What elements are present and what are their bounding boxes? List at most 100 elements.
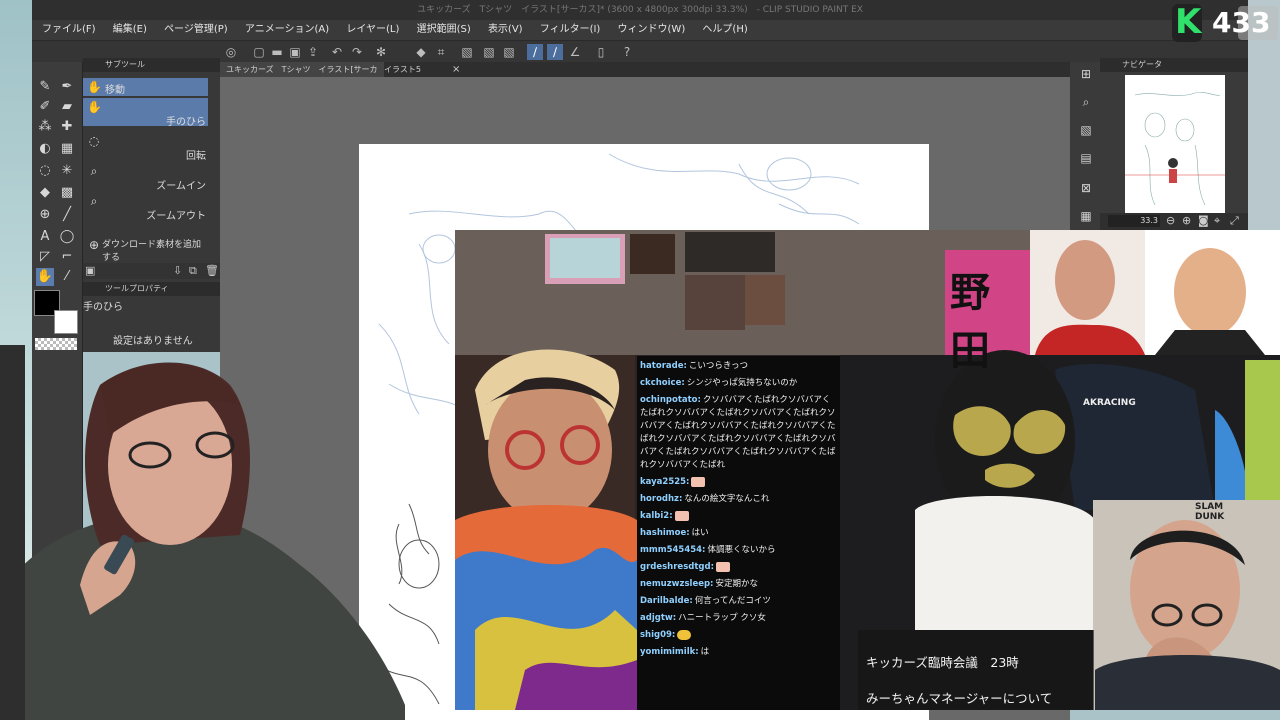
chat-user: ochinpotato: <box>640 395 701 405</box>
close-tab-icon[interactable]: × <box>446 62 468 77</box>
zoom-out-icon: ⌕ <box>90 194 98 208</box>
open-folder-icon[interactable]: ▬ <box>269 44 285 60</box>
save-icon[interactable]: ▣ <box>287 44 303 60</box>
menu-layer[interactable]: レイヤー(L) <box>346 20 399 40</box>
menu-window[interactable]: ウィンドウ(W) <box>618 20 686 40</box>
plus-circle-icon: ⊕ <box>88 238 100 252</box>
actual-size-icon[interactable]: ⌖ <box>1214 214 1220 228</box>
zoom-field[interactable]: 33.3 <box>1108 215 1160 227</box>
logo-number: 433 <box>1212 6 1271 39</box>
frame-icon[interactable]: ▦ <box>58 140 76 158</box>
undo-icon[interactable]: ↶ <box>329 44 345 60</box>
transform-icon[interactable]: ⌗ <box>433 44 449 60</box>
document-tabs: ユキッカーズ Tシャツ イラスト[サーカス]* イラスト5 × <box>220 62 1070 89</box>
export-icon[interactable]: ⇪ <box>305 44 321 60</box>
ruler-icon[interactable]: ◸ <box>36 248 54 266</box>
cap-text: SLAM DUNK <box>1195 502 1225 522</box>
menu-filter[interactable]: フィルター(I) <box>540 20 601 40</box>
menu-page[interactable]: ページ管理(P) <box>164 20 228 40</box>
disabled-icon-1[interactable]: ▧ <box>459 44 475 60</box>
chat-message: adjgtw: ハニートラップ クソ女 <box>640 612 836 625</box>
magic-wand-icon[interactable]: ✳ <box>58 162 76 180</box>
subtool-move-label: 移動 <box>105 85 125 96</box>
banner-text: 野田 <box>950 270 992 374</box>
navigator-thumbnail[interactable] <box>1125 75 1225 213</box>
subtool-hand[interactable]: ✋ 手のひら <box>83 98 208 128</box>
menu-file[interactable]: ファイル(F) <box>42 20 96 40</box>
subtool-move[interactable]: ✋ 移動 <box>83 78 208 96</box>
sub-color-swatch[interactable] <box>54 310 78 334</box>
chat-text: はい <box>691 528 709 538</box>
menu-edit[interactable]: 編集(E) <box>113 20 147 40</box>
eraser-icon[interactable]: ▰ <box>58 98 76 116</box>
zoom-in-icon[interactable]: ⊕ <box>1182 214 1191 227</box>
close-panel-icon[interactable]: ⊠ <box>1078 180 1094 196</box>
line-icon[interactable]: ╱ <box>58 206 76 224</box>
app-logo-icon[interactable]: ◎ <box>223 44 239 60</box>
chat-message: shig09: <box>640 629 836 642</box>
loading-icon[interactable]: ✻ <box>373 44 389 60</box>
disabled-icon-2[interactable]: ▧ <box>481 44 497 60</box>
chat-text: 何言ってんだコイツ <box>694 596 771 606</box>
search-icon[interactable]: ⌕ <box>1078 94 1094 110</box>
pen-nib-icon[interactable]: ✒ <box>58 78 76 96</box>
correct-line-icon[interactable]: ⌐ <box>58 248 76 266</box>
device-icon[interactable]: ▯ <box>593 44 609 60</box>
subtool-zoom-in[interactable]: ⌕ ズームイン <box>83 162 208 192</box>
subtool-rotate-label: 回転 <box>186 151 206 162</box>
expand-icon[interactable]: ⤢ <box>1230 214 1239 228</box>
blend-icon[interactable]: ◐ <box>36 140 54 158</box>
chat-message: kaya2525: <box>640 476 836 489</box>
brush-icon[interactable]: ✐ <box>36 98 54 116</box>
menu-view[interactable]: 表示(V) <box>488 20 523 40</box>
decoration-icon[interactable]: ⁂ <box>36 118 54 136</box>
menu-animation[interactable]: アニメーション(A) <box>245 20 329 40</box>
menu-help[interactable]: ヘルプ(H) <box>702 20 747 40</box>
chair-brand: AKRACING <box>1083 398 1136 408</box>
balloon-icon[interactable]: ◯ <box>58 228 76 246</box>
gradient-icon[interactable]: ▩ <box>58 184 76 202</box>
chat-text: シンジやっぱ気持ちないのか <box>686 378 798 388</box>
chat-user: Darilbalde: <box>640 596 693 606</box>
subtool-rotate[interactable]: ◌ 回転 <box>83 132 208 162</box>
ruler-snap-icon[interactable]: ∕ <box>527 44 543 60</box>
zoom-out-icon[interactable]: ⊖ <box>1166 214 1175 227</box>
material-icon[interactable]: ⊞ <box>1078 66 1094 82</box>
copy-icon[interactable]: ⧉ <box>189 264 197 278</box>
settings-icon[interactable]: ▣ <box>85 264 95 277</box>
text-icon[interactable]: A <box>36 228 54 246</box>
caption-line-2: みーちゃんマネージャーについて <box>866 691 1053 706</box>
special-ruler-snap-icon[interactable]: ∕ <box>547 44 563 60</box>
menu-selection[interactable]: 選択範囲(S) <box>417 20 471 40</box>
eyedropper-icon[interactable]: ⁄ <box>58 268 76 286</box>
chat-user: yomimimilk: <box>640 647 699 657</box>
move-layer-icon[interactable]: ✚ <box>58 118 76 136</box>
redo-icon[interactable]: ↷ <box>349 44 365 60</box>
pen-icon[interactable]: ✎ <box>36 78 54 96</box>
chat-message: yomimimilk: は <box>640 646 836 659</box>
tab-circus-illustration[interactable]: ユキッカーズ Tシャツ イラスト[サーカス]* <box>220 62 384 89</box>
subtool-footer: ▣ ⇩ ⧉ 🗑 <box>83 263 220 279</box>
add-material-button[interactable]: ⊕ ダウンロード素材を追加する <box>83 236 208 263</box>
fill-bucket-icon[interactable]: ◆ <box>36 184 54 202</box>
help-icon[interactable]: ? <box>619 44 635 60</box>
hand-tool-icon[interactable]: ✋ <box>36 268 54 286</box>
download-icon[interactable]: ⇩ <box>173 264 182 277</box>
operation-icon[interactable]: ⊕ <box>36 206 54 224</box>
grid-snap-icon[interactable]: ∠ <box>567 44 583 60</box>
grid-icon[interactable]: ▦ <box>1078 208 1094 224</box>
chat-text: ハニートラップ クソ女 <box>678 613 766 623</box>
disabled-icon-3[interactable]: ▧ <box>501 44 517 60</box>
subtool-zoom-out[interactable]: ⌕ ズームアウト <box>83 192 208 222</box>
chat-text: 体調悪くないから <box>707 545 776 555</box>
fill-icon[interactable]: ◆ <box>413 44 429 60</box>
lasso-icon[interactable]: ◌ <box>36 162 54 180</box>
layer-property-icon[interactable]: ▧ <box>1078 122 1094 138</box>
history-icon[interactable]: ▤ <box>1078 150 1094 166</box>
chat-message: ochinpotato: クソババアくたばれクソババアくたばれクソババアくたばれク… <box>640 394 836 472</box>
emote-icon <box>677 629 692 640</box>
fit-icon[interactable]: ◙ <box>1198 214 1209 227</box>
trash-icon[interactable]: 🗑 <box>205 264 219 277</box>
live-chat: hatorade: こいつらきっつ ckchoice: シンジやっぱ気持ちないのか … <box>637 356 840 710</box>
new-file-icon[interactable]: ▢ <box>251 44 267 60</box>
